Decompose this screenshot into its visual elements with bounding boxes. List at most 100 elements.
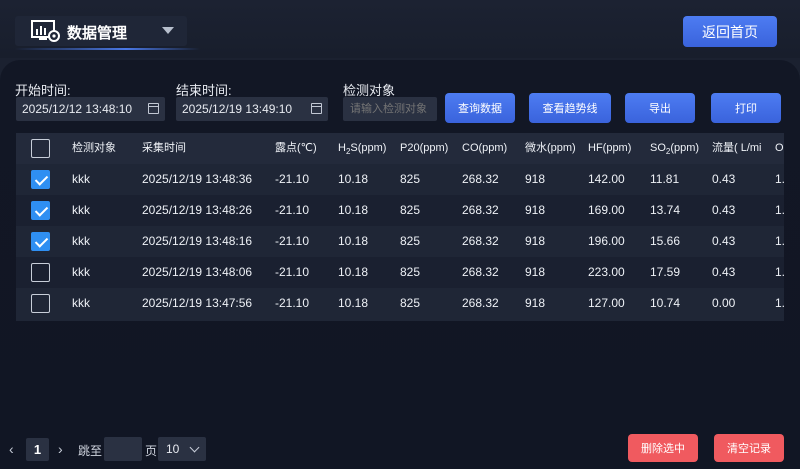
column-header-subscript: 2 <box>665 147 671 156</box>
prev-page-icon[interactable]: ‹ <box>9 441 14 457</box>
chevron-down-icon <box>189 442 200 453</box>
next-page-icon[interactable]: › <box>58 441 63 457</box>
cell-time: 2025/12/19 13:48:16 <box>142 234 253 248</box>
column-header: HF(ppm) <box>588 142 632 154</box>
row-checkbox[interactable] <box>31 294 50 313</box>
cell-co: 268.32 <box>462 172 499 186</box>
cell-h2s: 10.18 <box>338 172 369 186</box>
cell-extra: 1. <box>775 172 784 186</box>
cell-water: 918 <box>525 265 546 279</box>
export-button[interactable]: 导出 <box>625 93 695 123</box>
end-time-value: 2025/12/19 13:49:10 <box>182 102 293 116</box>
cell-water: 918 <box>525 203 546 217</box>
cell-so2: 17.59 <box>650 265 681 279</box>
cell-hf: 196.00 <box>588 234 625 248</box>
row-checkbox[interactable] <box>31 263 50 282</box>
table-row[interactable]: kkk 2025/12/19 13:48:26 -21.10 10.18 825… <box>16 195 784 226</box>
cell-flow: 0.43 <box>712 265 736 279</box>
column-header: O <box>775 142 784 154</box>
cell-so2: 11.81 <box>650 172 680 186</box>
cell-water: 918 <box>525 234 546 248</box>
column-header: 露点(℃) <box>275 142 317 154</box>
cell-object: kkk <box>72 172 90 186</box>
column-header: SO2(ppm) <box>650 133 699 164</box>
cell-dew: -21.10 <box>275 265 310 279</box>
column-header-subscript: 2 <box>345 147 351 156</box>
cell-so2: 15.66 <box>650 234 681 248</box>
object-input[interactable] <box>343 97 437 121</box>
module-underline <box>15 48 200 50</box>
row-checkbox[interactable] <box>31 170 50 189</box>
cell-hf: 142.00 <box>588 172 625 186</box>
column-header-part: SO <box>650 142 666 154</box>
cell-co: 268.32 <box>462 234 499 248</box>
cell-p20: 825 <box>400 203 421 217</box>
home-button[interactable]: 返回首页 <box>683 16 777 47</box>
print-button[interactable]: 打印 <box>711 93 781 123</box>
cell-extra: 1. <box>775 203 784 217</box>
row-checkbox[interactable] <box>31 201 50 220</box>
page-number-current[interactable]: 1 <box>26 438 49 461</box>
clear-records-button[interactable]: 清空记录 <box>714 434 784 462</box>
calendar-icon[interactable] <box>148 103 159 114</box>
table-row[interactable]: kkk 2025/12/19 13:48:36 -21.10 10.18 825… <box>16 164 784 195</box>
cell-p20: 825 <box>400 234 421 248</box>
cell-so2: 10.74 <box>650 296 681 310</box>
column-header-part: (ppm) <box>670 142 700 154</box>
goto-label: 跳至 <box>78 444 103 458</box>
cell-time: 2025/12/19 13:48:36 <box>142 172 253 186</box>
data-table: 检测对象 采集时间 露点(℃) H2S(ppm) P20(ppm) CO(ppm… <box>16 133 784 321</box>
module-select[interactable]: 数据管理 <box>15 16 187 46</box>
page-suffix-label: 页 <box>145 444 158 458</box>
cell-p20: 825 <box>400 172 421 186</box>
column-header: CO(ppm) <box>462 142 508 154</box>
cell-p20: 825 <box>400 296 421 310</box>
cell-extra: 1. <box>775 265 784 279</box>
table-header: 检测对象 采集时间 露点(℃) H2S(ppm) P20(ppm) CO(ppm… <box>16 133 784 164</box>
chevron-down-icon <box>162 27 174 34</box>
cell-dew: -21.10 <box>275 203 310 217</box>
table-row[interactable]: kkk 2025/12/19 13:47:56 -21.10 10.18 825… <box>16 288 784 321</box>
cell-flow: 0.43 <box>712 234 736 248</box>
cell-dew: -21.10 <box>275 296 310 310</box>
column-header-part: H <box>338 142 346 154</box>
select-all-checkbox[interactable] <box>31 139 50 158</box>
query-button[interactable]: 查询数据 <box>445 93 515 123</box>
cell-time: 2025/12/19 13:48:26 <box>142 203 253 217</box>
page-size-select[interactable]: 10 <box>158 437 206 461</box>
column-header: 采集时间 <box>142 142 186 154</box>
dashboard-gear-icon <box>31 20 60 42</box>
column-header: P20(ppm) <box>400 142 449 154</box>
cell-object: kkk <box>72 265 90 279</box>
cell-hf: 223.00 <box>588 265 625 279</box>
cell-co: 268.32 <box>462 203 499 217</box>
cell-extra: 1. <box>775 234 784 248</box>
calendar-icon[interactable] <box>311 103 322 114</box>
cell-flow: 0.00 <box>712 296 736 310</box>
cell-object: kkk <box>72 234 90 248</box>
cell-h2s: 10.18 <box>338 203 369 217</box>
cell-co: 268.32 <box>462 296 499 310</box>
trend-button[interactable]: 查看趋势线 <box>529 93 611 123</box>
cell-h2s: 10.18 <box>338 234 369 248</box>
cell-co: 268.32 <box>462 265 499 279</box>
cell-water: 918 <box>525 172 546 186</box>
cell-flow: 0.43 <box>712 172 736 186</box>
delete-selected-button[interactable]: 删除选中 <box>628 434 698 462</box>
start-time-input[interactable]: 2025/12/12 13:48:10 <box>16 97 165 121</box>
end-time-input[interactable]: 2025/12/19 13:49:10 <box>176 97 328 121</box>
column-header: 检测对象 <box>72 142 116 154</box>
cell-hf: 127.00 <box>588 296 625 310</box>
table-row[interactable]: kkk 2025/12/19 13:48:16 -21.10 10.18 825… <box>16 226 784 257</box>
goto-page-input[interactable] <box>104 437 142 461</box>
cell-hf: 169.00 <box>588 203 625 217</box>
cell-dew: -21.10 <box>275 172 310 186</box>
row-checkbox[interactable] <box>31 232 50 251</box>
cell-water: 918 <box>525 296 546 310</box>
table-row[interactable]: kkk 2025/12/19 13:48:06 -21.10 10.18 825… <box>16 257 784 288</box>
start-time-value: 2025/12/12 13:48:10 <box>22 102 133 116</box>
cell-time: 2025/12/19 13:48:06 <box>142 265 253 279</box>
page-size-value: 10 <box>166 442 180 456</box>
cell-p20: 825 <box>400 265 421 279</box>
column-header: 流量( L/mi <box>712 142 762 154</box>
